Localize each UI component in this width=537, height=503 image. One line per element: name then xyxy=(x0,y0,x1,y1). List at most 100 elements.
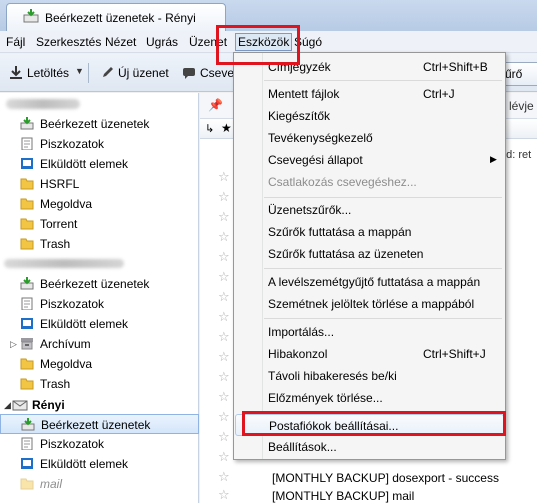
menu-item-run-junk-controls[interactable]: A levélszemétgyűjtő futtatása a mappán xyxy=(235,271,504,293)
folder-label: Megoldva xyxy=(40,357,93,371)
menu-item-run-filters-message[interactable]: Szűrők futtatása az üzeneten xyxy=(235,243,504,265)
star-icon[interactable]: ☆ xyxy=(218,409,230,425)
folder-item[interactable]: mail xyxy=(0,474,199,494)
mail-account-icon xyxy=(12,400,28,411)
folder-item[interactable]: Torrent xyxy=(0,214,199,234)
star-icon[interactable]: ☆ xyxy=(218,329,230,345)
folder-label: Trash xyxy=(40,377,71,391)
folder-item[interactable]: Megoldva xyxy=(0,354,199,374)
folder-label: Beérkezett üzenetek xyxy=(40,117,150,131)
drafts-icon xyxy=(21,137,33,150)
folder-label: Elküldött elemek xyxy=(40,317,129,331)
star-icon[interactable]: ☆ xyxy=(218,469,230,485)
star-icon[interactable]: ☆ xyxy=(218,487,230,503)
star-icon[interactable]: ☆ xyxy=(218,349,230,365)
folder-label: mail xyxy=(40,477,63,491)
menu-item-shortcut: Ctrl+Shift+B xyxy=(423,60,488,74)
folder-label: Trash xyxy=(40,237,71,251)
star-icon[interactable]: ☆ xyxy=(218,249,230,265)
folder-item-selected[interactable]: Beérkezett üzenetek xyxy=(0,414,199,434)
account-name: Rényi xyxy=(32,398,65,412)
menu-separator xyxy=(264,268,502,269)
menu-item-delete-junk[interactable]: Szemétnek jelöltek törlése a mappából xyxy=(235,293,504,315)
folder-item[interactable]: Trash xyxy=(0,374,199,394)
menu-file[interactable]: Fájl xyxy=(6,35,25,49)
star-icon[interactable]: ☆ xyxy=(218,289,230,305)
star-icon[interactable]: ☆ xyxy=(218,369,230,385)
folder-item[interactable]: Elküldött elemek xyxy=(0,314,199,334)
folder-item[interactable]: Piszkozatok xyxy=(0,134,199,154)
folder-item[interactable]: HSRFL xyxy=(0,174,199,194)
star-icon[interactable]: ☆ xyxy=(218,269,230,285)
menu-separator xyxy=(264,318,502,319)
folder-icon xyxy=(20,478,34,490)
folder-item[interactable]: Beérkezett üzenetek xyxy=(0,274,199,294)
menu-item-label: Üzenetszűrők... xyxy=(268,203,352,217)
drafts-icon xyxy=(21,437,33,450)
menu-item-remote-debugging[interactable]: Távoli hibakeresés be/ki xyxy=(235,365,504,387)
inbox-icon xyxy=(20,117,34,130)
star-icon[interactable]: ☆ xyxy=(218,429,230,445)
download-icon xyxy=(10,66,22,79)
menu-item-shortcut: Ctrl+Shift+J xyxy=(423,347,486,361)
folder-item[interactable]: Elküldött elemek xyxy=(0,154,199,174)
menu-go[interactable]: Ugrás xyxy=(146,35,178,49)
menu-item-message-filters[interactable]: Üzenetszűrők... xyxy=(235,199,504,221)
star-icon[interactable]: ☆ xyxy=(218,189,230,205)
thread-column-icon[interactable]: ↳ xyxy=(205,122,214,135)
pin-icon[interactable]: 📌 xyxy=(208,98,223,112)
folder-item[interactable]: Trash xyxy=(0,234,199,254)
get-mail-button[interactable]: Letöltés xyxy=(9,66,69,80)
menu-separator xyxy=(264,80,502,81)
star-icon[interactable]: ☆ xyxy=(218,169,230,185)
folder-item[interactable]: Megoldva xyxy=(0,194,199,214)
header-partial: lévje xyxy=(509,99,534,113)
menu-item-label: Tevékenységkezelő xyxy=(268,131,373,145)
menu-item-error-console[interactable]: Hibakonzol Ctrl+Shift+J xyxy=(235,343,504,365)
chevron-down-icon[interactable]: ▼ xyxy=(75,66,84,76)
message-subject[interactable]: [MONTHLY BACKUP] mail xyxy=(272,489,414,503)
menu-item-options[interactable]: Beállítások... xyxy=(235,436,504,458)
folder-item[interactable]: Piszkozatok xyxy=(0,294,199,314)
collapse-twisty-icon[interactable]: ◢ xyxy=(4,400,11,411)
star-icon[interactable]: ☆ xyxy=(218,309,230,325)
chat-button[interactable]: Cseve xyxy=(182,66,234,80)
folder-item[interactable]: ▷ Archívum xyxy=(0,334,199,354)
menu-edit[interactable]: Szerkesztés xyxy=(36,35,101,49)
folder-label: Piszkozatok xyxy=(40,297,105,311)
folder-icon xyxy=(20,358,34,370)
new-message-button[interactable]: Új üzenet xyxy=(101,66,169,80)
menu-item-shortcut: Ctrl+J xyxy=(423,87,455,101)
folder-item[interactable]: Beérkezett üzenetek xyxy=(0,114,199,134)
star-column-icon[interactable]: ★ xyxy=(221,121,232,135)
menu-item-addons[interactable]: Kiegészítők xyxy=(235,105,504,127)
menu-item-run-filters-folder[interactable]: Szűrők futtatása a mappán xyxy=(235,221,504,243)
menu-item-activity-manager[interactable]: Tevékenységkezelő xyxy=(235,127,504,149)
star-icon[interactable]: ☆ xyxy=(218,389,230,405)
star-icon[interactable]: ☆ xyxy=(218,449,230,465)
expand-twisty-icon[interactable]: ▷ xyxy=(10,339,17,350)
menu-item-label: Kiegészítők xyxy=(268,109,331,123)
folder-item[interactable]: Elküldött elemek xyxy=(0,454,199,474)
menu-item-chat-status[interactable]: Csevegési állapot ▶ xyxy=(235,149,504,171)
menu-item-clear-history[interactable]: Előzmények törlése... xyxy=(235,387,504,409)
toolbar-separator xyxy=(88,63,89,83)
folder-label: Elküldött elemek xyxy=(40,457,129,471)
folder-label: HSRFL xyxy=(40,177,80,191)
get-mail-label: Letöltés xyxy=(27,66,70,80)
window-tab[interactable]: Beérkezett üzenetek - Rényi xyxy=(6,3,226,31)
menu-item-saved-files[interactable]: Mentett fájlok Ctrl+J xyxy=(235,83,504,105)
message-subject[interactable]: [MONTHLY BACKUP] dosexport - success xyxy=(272,471,499,485)
account-row-renyi[interactable]: ◢ Rényi xyxy=(0,396,199,414)
folder-item[interactable]: Piszkozatok xyxy=(0,434,199,454)
star-icon[interactable]: ☆ xyxy=(218,209,230,225)
menu-item-label: Beállítások... xyxy=(268,440,337,454)
submenu-arrow-icon: ▶ xyxy=(490,154,497,164)
sent-icon xyxy=(21,318,33,329)
folder-label: Torrent xyxy=(40,217,78,231)
menu-item-label: Importálás... xyxy=(268,325,335,339)
menu-item-import[interactable]: Importálás... xyxy=(235,321,504,343)
inbox-icon xyxy=(20,277,34,290)
menu-view[interactable]: Nézet xyxy=(105,35,136,49)
star-icon[interactable]: ☆ xyxy=(218,229,230,245)
